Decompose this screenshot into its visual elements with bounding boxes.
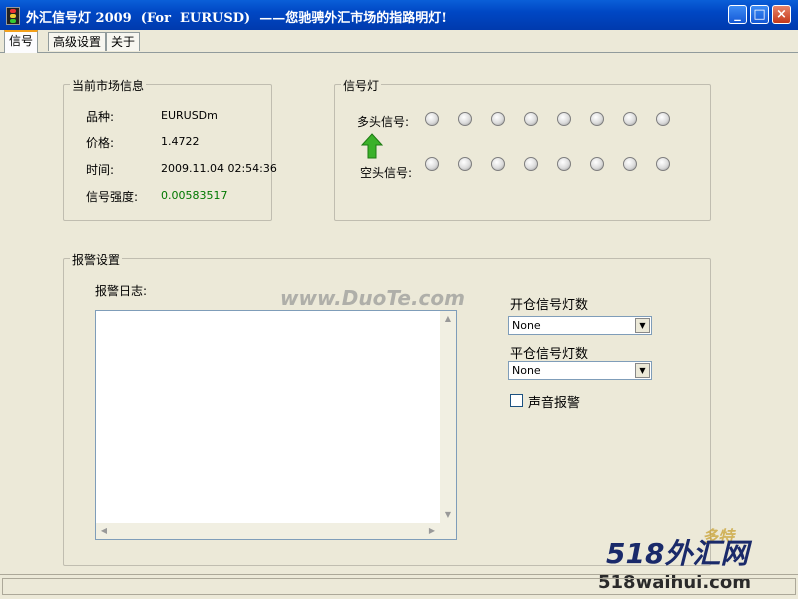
close-icon: × [776, 7, 787, 22]
alarm-log-textarea[interactable]: ▲ ▼ ◀ ▶ [95, 310, 457, 540]
scroll-down-icon[interactable]: ▼ [440, 507, 456, 523]
duote-watermark: www.DuoTe.com [280, 286, 465, 310]
tab-advanced-settings[interactable]: 高级设置 [48, 32, 107, 51]
status-pane [2, 578, 796, 595]
site-brand-watermark: 518外汇网 [606, 537, 749, 570]
price-label: 价格: [86, 136, 115, 150]
minimize-button[interactable]: _ [728, 5, 747, 24]
long-signal-light-1 [425, 112, 439, 126]
short-signal-light-6 [590, 157, 604, 171]
short-signal-light-4 [524, 157, 538, 171]
long-signal-light-7 [623, 112, 637, 126]
time-value: 2009.11.04 02:54:36 [161, 162, 277, 175]
short-signal-light-2 [458, 157, 472, 171]
alarm-log-label: 报警日志: [95, 284, 148, 298]
close-lights-label: 平仓信号灯数 [510, 347, 589, 362]
status-bar [0, 574, 798, 599]
long-signal-light-5 [557, 112, 571, 126]
close-lights-select[interactable]: None ▼ [508, 361, 652, 380]
tab-signal[interactable]: 信号 [4, 30, 39, 53]
price-value: 1.4722 [161, 135, 200, 148]
open-lights-label: 开仓信号灯数 [510, 298, 589, 313]
maximize-button[interactable]: □ [750, 5, 769, 24]
alarm-settings-legend: 报警设置 [70, 251, 123, 268]
short-signal-light-5 [557, 157, 571, 171]
tab-about[interactable]: 关于 [106, 32, 141, 51]
time-label: 时间: [86, 163, 115, 177]
log-horizontal-scrollbar[interactable]: ◀ ▶ [96, 523, 456, 539]
long-signal-light-4 [524, 112, 538, 126]
short-signal-label: 空头信号: [360, 166, 413, 180]
scroll-up-icon[interactable]: ▲ [440, 311, 456, 327]
short-signal-light-7 [623, 157, 637, 171]
minimize-icon: _ [734, 7, 741, 22]
signal-light-legend: 信号灯 [341, 77, 382, 94]
sound-alarm-label[interactable]: 声音报警 [528, 392, 580, 411]
scroll-right-icon[interactable]: ▶ [424, 523, 440, 539]
chevron-down-icon[interactable]: ▼ [635, 318, 650, 333]
long-signal-label: 多头信号: [357, 115, 410, 129]
close-lights-value: None [512, 364, 541, 377]
short-signal-light-3 [491, 157, 505, 171]
strength-value: 0.00583517 [161, 189, 228, 202]
short-signal-light-8 [656, 157, 670, 171]
tab-strip: 信号 高级设置 关于 [0, 30, 798, 53]
arrow-up-icon [361, 133, 383, 159]
signal-light-group: 信号灯 [334, 77, 711, 221]
short-signal-light-1 [425, 157, 439, 171]
chevron-down-icon[interactable]: ▼ [635, 363, 650, 378]
close-button[interactable]: × [772, 5, 791, 24]
long-signal-light-3 [491, 112, 505, 126]
long-signal-light-8 [656, 112, 670, 126]
long-signal-light-6 [590, 112, 604, 126]
traffic-light-icon [6, 7, 20, 25]
maximize-icon: □ [753, 7, 766, 22]
window-title: 外汇信号灯 2009 (For EURUSD) ——您驰骋外汇市场的指路明灯! [26, 11, 447, 26]
strength-label: 信号强度: [86, 190, 139, 204]
title-bar: 外汇信号灯 2009 (For EURUSD) ——您驰骋外汇市场的指路明灯! … [0, 0, 798, 30]
sound-alarm-checkbox[interactable] [510, 394, 523, 407]
scroll-left-icon[interactable]: ◀ [96, 523, 112, 539]
long-signal-light-2 [458, 112, 472, 126]
symbol-label: 品种: [86, 110, 115, 124]
open-lights-select[interactable]: None ▼ [508, 316, 652, 335]
symbol-value: EURUSDm [161, 109, 218, 122]
open-lights-value: None [512, 319, 541, 332]
market-info-legend: 当前市场信息 [70, 77, 147, 94]
log-vertical-scrollbar[interactable]: ▲ ▼ [440, 311, 456, 539]
